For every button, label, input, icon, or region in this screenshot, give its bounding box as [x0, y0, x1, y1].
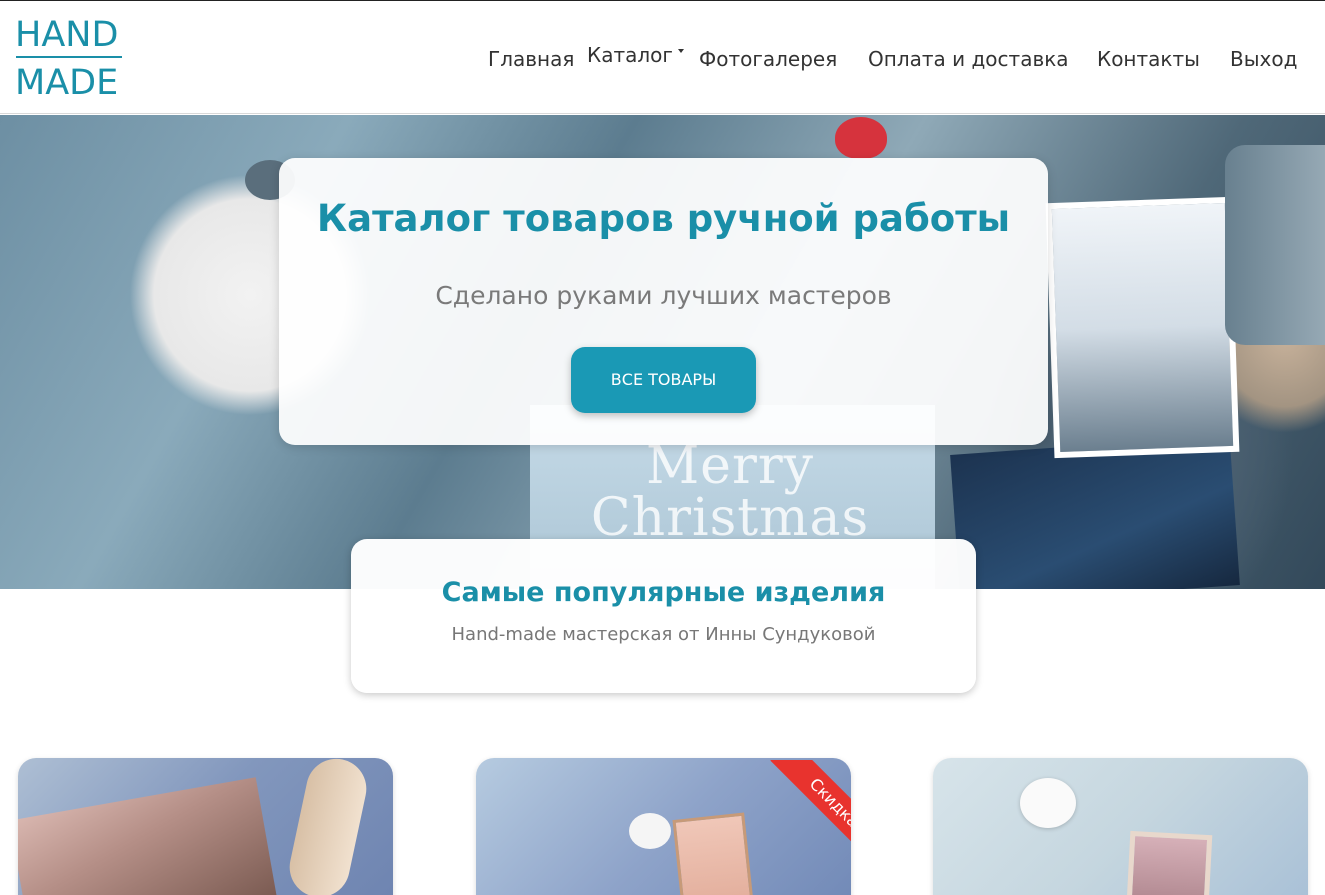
hero-postcard-decor	[950, 435, 1240, 589]
hero-panel: Каталог товаров ручной работы Сделано ру…	[279, 158, 1048, 445]
nav-item-logout[interactable]: Выход	[1230, 45, 1297, 73]
nav-item-gallery[interactable]: Фотогалерея	[699, 45, 837, 73]
site-header: HAND MADE Главная Каталог Фотогалерея Оп…	[0, 1, 1325, 114]
product-ribbon-decor	[284, 758, 372, 895]
product-card-3[interactable]	[933, 758, 1308, 895]
popular-subtitle: Hand-made мастерская от Инны Сундуковой	[451, 624, 876, 645]
hero-title: Каталог товаров ручной работы	[316, 197, 1011, 240]
product-card-2[interactable]	[476, 758, 851, 895]
nav-item-catalog[interactable]: Каталог	[587, 41, 684, 69]
hero-berry-decor	[835, 117, 887, 159]
hero-subtitle: Сделано руками лучших мастеров	[435, 281, 892, 310]
product-image-2	[672, 812, 756, 895]
hero-mug-decor	[1225, 145, 1325, 345]
hero-xmas-text: Merry Christmas	[590, 436, 870, 548]
chevron-down-icon	[677, 49, 684, 53]
nav-item-home[interactable]: Главная	[488, 45, 574, 73]
popular-title: Самые популярные изделия	[441, 577, 886, 608]
nav-item-catalog-label: Каталог	[587, 43, 673, 67]
product-candle-decor	[629, 813, 671, 849]
product-image-3	[1125, 830, 1213, 895]
popular-section-header: Самые популярные изделия Hand-made масте…	[351, 539, 976, 693]
all-products-button[interactable]: ВСЕ ТОВАРЫ	[571, 347, 756, 413]
product-image-1	[18, 777, 277, 895]
main-nav: Главная Каталог Фотогалерея Оплата и дос…	[0, 43, 1325, 75]
nav-item-payment-delivery[interactable]: Оплата и доставка	[868, 45, 1069, 73]
product-card-1[interactable]	[18, 758, 393, 895]
product-candle-decor	[1020, 778, 1076, 828]
hero-photo-decor	[1045, 196, 1240, 459]
nav-item-contacts[interactable]: Контакты	[1097, 45, 1200, 73]
